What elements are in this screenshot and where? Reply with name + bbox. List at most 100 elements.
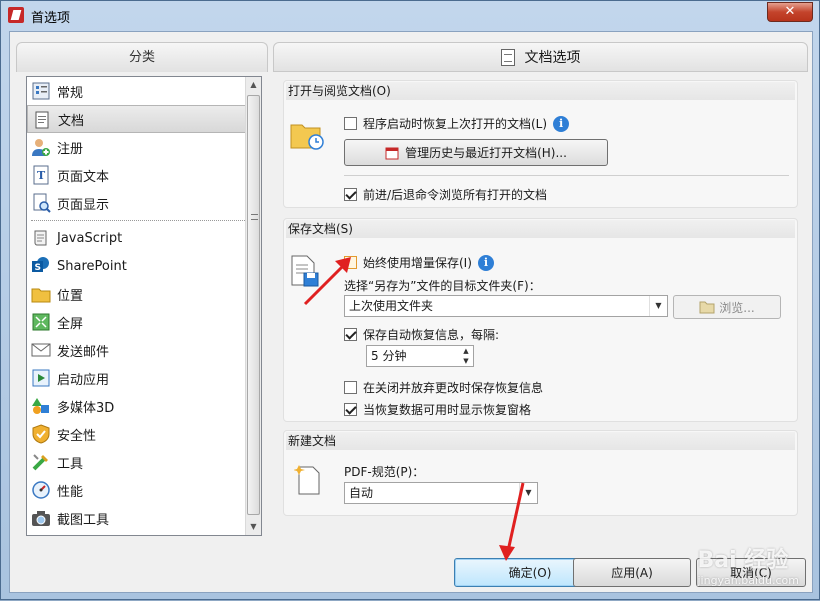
target-folder-label: 选择“另存为”文件的目标文件夹(F)： xyxy=(344,279,541,293)
autosave-checkbox[interactable] xyxy=(344,328,357,341)
sidebar-item-label: JavaScript xyxy=(57,230,123,246)
watermark: Bai 经验 jingyan.baidu.com xyxy=(697,542,799,587)
sidebar-item-page-display[interactable]: 页面显示 xyxy=(27,189,261,217)
autosave-interval-stepper[interactable]: 5 分钟 ▲ ▼ xyxy=(366,345,474,367)
pdf-spec-label: PDF-规范(P)： xyxy=(344,465,425,479)
sidebar-item-tools[interactable]: 工具 xyxy=(27,448,261,476)
scroll-down-icon[interactable]: ▼ xyxy=(246,519,261,535)
navigate-all-docs-checkbox[interactable] xyxy=(344,188,357,201)
options-header: 文档选项 xyxy=(273,42,808,72)
sidebar-item-javascript[interactable]: JavaScript xyxy=(27,224,261,252)
incremental-save-checkbox[interactable] xyxy=(344,256,357,269)
target-folder-label-row: 选择“另存为”文件的目标文件夹(F)： xyxy=(344,277,541,294)
sidebar-item-location[interactable]: 位置 xyxy=(27,280,261,308)
svg-text:T: T xyxy=(37,169,46,182)
discard-recovery-row[interactable]: 在关闭并放弃更改时保存恢复信息 xyxy=(344,379,543,396)
sidebar-item-label: 工具 xyxy=(57,456,84,472)
autosave-row[interactable]: 保存自动恢复信息，每隔: xyxy=(344,326,499,343)
target-folder-select[interactable]: 上次使用文件夹 ▼ xyxy=(344,295,668,317)
restore-last-docs-row[interactable]: 程序启动时恢复上次打开的文档(L) i xyxy=(344,115,570,132)
chevron-down-icon[interactable]: ▼ xyxy=(649,296,667,316)
chevron-down-icon[interactable]: ▼ xyxy=(519,483,537,503)
info-icon[interactable]: i xyxy=(553,115,570,132)
tools-icon xyxy=(32,454,48,471)
category-scrollbar[interactable]: ▲ ▼ xyxy=(245,77,261,535)
sidebar-item-label: 常规 xyxy=(57,85,84,101)
scroll-thumb[interactable] xyxy=(247,95,260,515)
fullscreen-icon xyxy=(32,313,50,331)
sidebar-item-label: 多媒体3D xyxy=(57,400,115,416)
watermark-brand: Bai 经验 xyxy=(697,548,789,573)
calendar-icon xyxy=(385,147,399,159)
title-bar[interactable]: 首选项 ✕ xyxy=(1,1,819,29)
sidebar-item-label: 启动应用 xyxy=(57,372,110,388)
watermark-url: jingyan.baidu.com xyxy=(697,574,799,587)
sidebar-item-document[interactable]: 文档 xyxy=(27,105,261,133)
pdf-spec-label-row: PDF-规范(P)： xyxy=(344,463,424,480)
sidebar-item-general[interactable]: 常规 xyxy=(27,77,261,105)
section-title: 新建文档 xyxy=(286,432,795,450)
restore-last-docs-checkbox[interactable] xyxy=(344,117,357,130)
category-panel: 分类 常规 文档 注册 T 页面文本 页面显示 JavaScript S Sha… xyxy=(16,42,268,582)
sidebar-item-label: SharePoint xyxy=(57,258,127,274)
section-title: 保存文档(S) xyxy=(286,220,795,238)
sidebar-item-fullscreen[interactable]: 全屏 xyxy=(27,308,261,336)
sidebar-item-screenshot-tool[interactable]: 截图工具 xyxy=(27,504,261,532)
info-icon[interactable]: i xyxy=(477,254,494,271)
target-folder-value: 上次使用文件夹 xyxy=(349,299,434,313)
show-recovery-pane-row[interactable]: 当恢复数据可用时显示恢复窗格 xyxy=(344,401,531,418)
document-icon xyxy=(500,48,515,66)
autosave-label: 保存自动恢复信息，每隔: xyxy=(363,328,500,342)
category-list[interactable]: 常规 文档 注册 T 页面文本 页面显示 JavaScript S ShareP… xyxy=(26,76,262,536)
divider xyxy=(344,175,789,176)
restore-last-docs-label: 程序启动时恢复上次打开的文档(L) xyxy=(363,117,548,131)
sidebar-item-send-mail[interactable]: 发送邮件 xyxy=(27,336,261,364)
dialog-body: 分类 常规 文档 注册 T 页面文本 页面显示 JavaScript S Sha… xyxy=(9,31,813,593)
browse-label: 浏览... xyxy=(719,300,755,315)
folder-clock-icon xyxy=(290,124,324,150)
sidebar-item-label: 注册 xyxy=(57,141,84,157)
pdf-spec-value: 自动 xyxy=(349,486,374,500)
navigate-all-docs-row[interactable]: 前进/后退命令浏览所有打开的文档 xyxy=(344,186,547,203)
sidebar-item-launch-app[interactable]: 启动应用 xyxy=(27,364,261,392)
script-scroll-icon xyxy=(34,230,47,246)
sidebar-item-performance[interactable]: 性能 xyxy=(27,476,261,504)
manage-history-button[interactable]: 管理历史与最近打开文档(H)... xyxy=(344,139,608,166)
close-button[interactable]: ✕ xyxy=(767,2,813,22)
svg-text:S: S xyxy=(35,263,41,273)
section-title: 打开与阅览文档(O) xyxy=(286,82,795,100)
sidebar-item-multimedia-3d[interactable]: 多媒体3D xyxy=(27,392,261,420)
category-header: 分类 xyxy=(16,42,268,72)
envelope-icon xyxy=(31,343,51,357)
stepper-up-icon[interactable]: ▲ xyxy=(459,346,473,356)
sidebar-item-label: 文档 xyxy=(58,113,85,129)
incremental-save-row[interactable]: 始终使用增量保存(I) i xyxy=(344,254,494,271)
sidebar-item-label: 页面文本 xyxy=(57,169,110,185)
autosave-interval-value: 5 分钟 xyxy=(371,349,407,363)
sidebar-item-sharepoint[interactable]: S SharePoint xyxy=(27,252,261,280)
sidebar-item-register[interactable]: 注册 xyxy=(27,133,261,161)
sidebar-item-label: 安全性 xyxy=(57,428,97,444)
scroll-up-icon[interactable]: ▲ xyxy=(246,77,261,93)
sidebar-item-security[interactable]: 安全性 xyxy=(27,420,261,448)
show-recovery-pane-checkbox[interactable] xyxy=(344,403,357,416)
folder-icon xyxy=(31,288,51,303)
sidebar-item-label: 全屏 xyxy=(57,316,84,332)
stepper-down-icon[interactable]: ▼ xyxy=(459,356,473,366)
pdf-spec-select[interactable]: 自动 ▼ xyxy=(344,482,538,504)
grip-icon xyxy=(251,214,258,220)
apply-button[interactable]: 应用(A) xyxy=(573,558,691,587)
sidebar-item-label: 页面显示 xyxy=(57,197,110,213)
camera-icon xyxy=(32,511,50,526)
sharepoint-icon: S xyxy=(32,257,49,273)
browse-button[interactable]: 浏览... xyxy=(673,295,781,319)
general-settings-icon xyxy=(32,82,50,100)
show-recovery-pane-label: 当恢复数据可用时显示恢复窗格 xyxy=(363,403,532,417)
save-documents-section: 保存文档(S) 始终使用增量保存(I) i 选择“另存为”文件的目标文件夹(F)… xyxy=(283,218,798,422)
shield-icon xyxy=(32,424,50,444)
discard-recovery-checkbox[interactable] xyxy=(344,381,357,394)
multimedia-shapes-icon xyxy=(32,398,49,414)
app-logo-icon xyxy=(8,7,24,23)
sidebar-item-label: 发送邮件 xyxy=(57,344,110,360)
sidebar-item-page-text[interactable]: T 页面文本 xyxy=(27,161,261,189)
